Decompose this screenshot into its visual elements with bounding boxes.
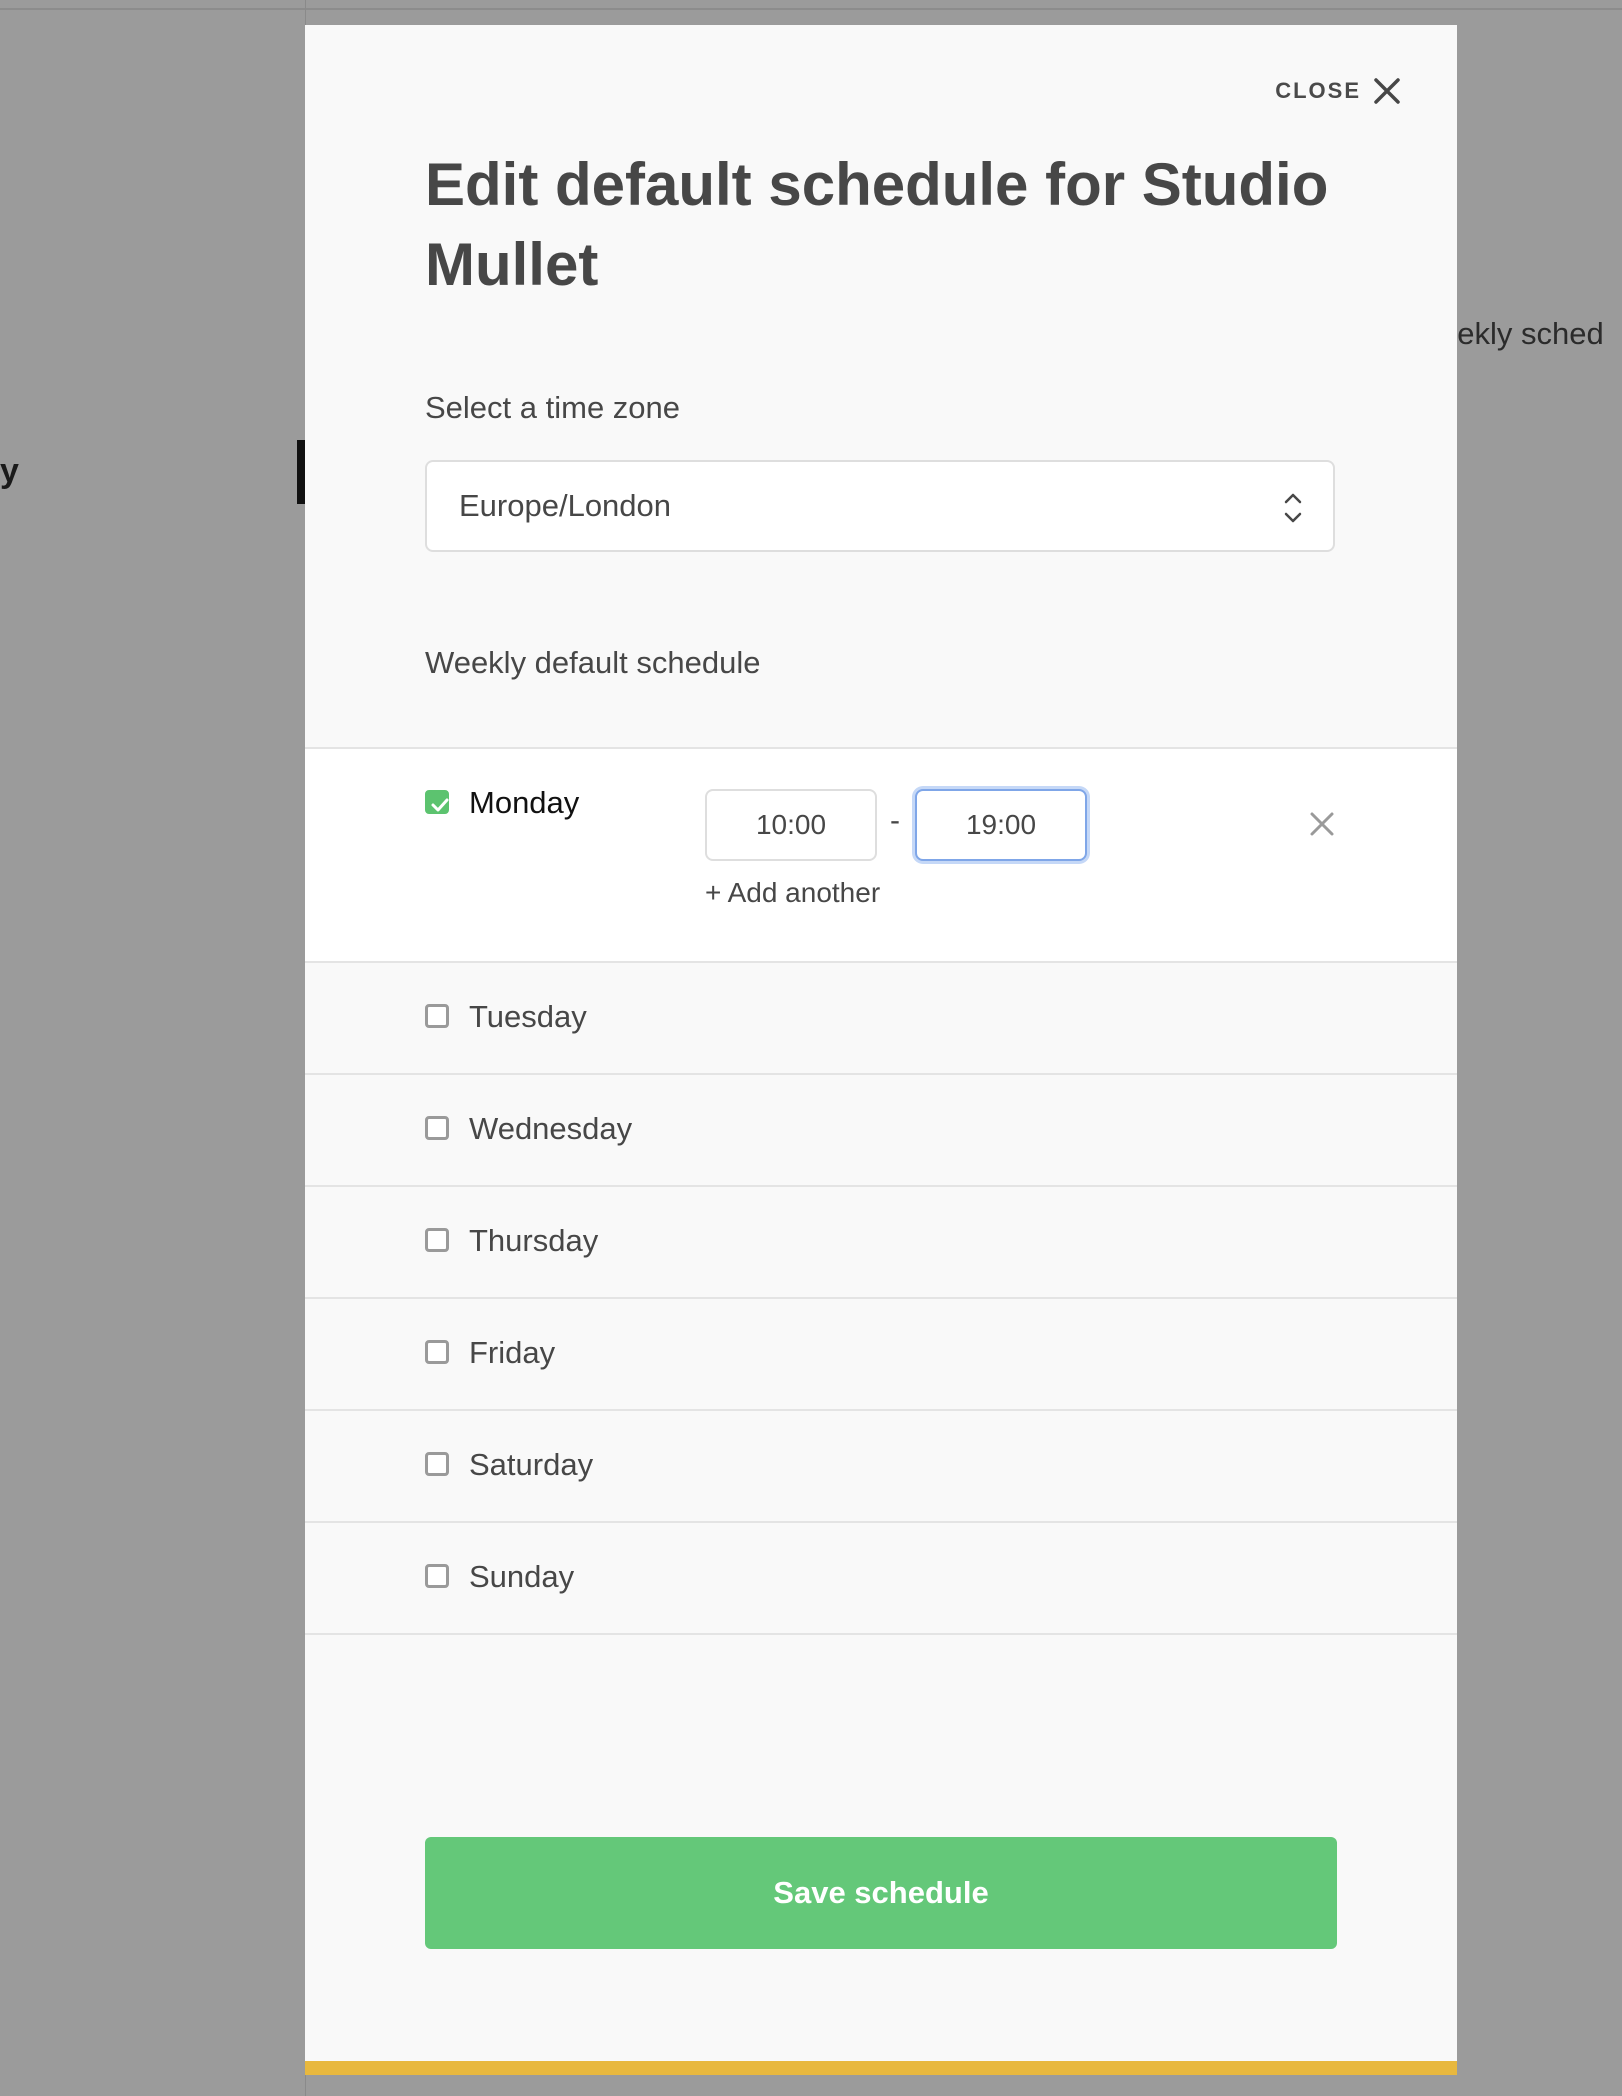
weekly-schedule-label: Weekly default schedule	[425, 645, 761, 680]
background-top-line	[0, 8, 1622, 10]
day-label: Saturday	[469, 1447, 594, 1482]
day-row-tuesday: Tuesday	[305, 963, 1457, 1075]
background-active-indicator	[297, 440, 305, 504]
day-row-friday: Friday	[305, 1299, 1457, 1411]
background-right-text: eekly sched	[1440, 316, 1604, 351]
monday-checkbox[interactable]	[425, 790, 449, 814]
day-label: Tuesday	[469, 999, 587, 1034]
time-range-separator: -	[890, 804, 900, 837]
add-another-link[interactable]: + Add another	[705, 877, 880, 909]
remove-range-icon[interactable]	[1309, 811, 1335, 842]
thursday-checkbox[interactable]	[425, 1228, 449, 1252]
wednesday-checkbox[interactable]	[425, 1116, 449, 1140]
day-label: Monday	[469, 785, 580, 820]
timezone-select[interactable]: Europe/London	[425, 460, 1335, 552]
day-row-wednesday: Wednesday	[305, 1075, 1457, 1187]
saturday-checkbox[interactable]	[425, 1452, 449, 1476]
chevron-up-down-icon	[1283, 490, 1303, 531]
background-left-text: y	[0, 452, 19, 490]
day-row-saturday: Saturday	[305, 1411, 1457, 1523]
checkmark-icon	[431, 798, 449, 812]
monday-end-time-input[interactable]	[915, 789, 1087, 861]
close-button[interactable]: CLOSE	[1275, 77, 1401, 105]
sunday-checkbox[interactable]	[425, 1564, 449, 1588]
day-label: Wednesday	[469, 1111, 633, 1146]
timezone-selected-value: Europe/London	[459, 488, 672, 523]
day-label: Friday	[469, 1335, 556, 1370]
timezone-label: Select a time zone	[425, 390, 681, 425]
day-label: Sunday	[469, 1559, 575, 1594]
day-row-monday: Monday - + Add another	[305, 749, 1457, 963]
tuesday-checkbox[interactable]	[425, 1004, 449, 1028]
monday-start-time-input[interactable]	[705, 789, 877, 861]
edit-schedule-modal: CLOSE Edit default schedule for Studio M…	[305, 25, 1457, 2075]
close-label: CLOSE	[1275, 78, 1361, 103]
weekly-days-list: Monday - + Add another Tuesday Wednesday…	[305, 747, 1457, 1635]
day-label: Thursday	[469, 1223, 599, 1258]
modal-title: Edit default schedule for Studio Mullet	[425, 151, 1329, 298]
close-icon	[1373, 77, 1401, 105]
friday-checkbox[interactable]	[425, 1340, 449, 1364]
save-schedule-button[interactable]: Save schedule	[425, 1837, 1337, 1949]
day-row-sunday: Sunday	[305, 1523, 1457, 1635]
modal-bottom-accent-bar	[305, 2061, 1457, 2075]
day-row-thursday: Thursday	[305, 1187, 1457, 1299]
